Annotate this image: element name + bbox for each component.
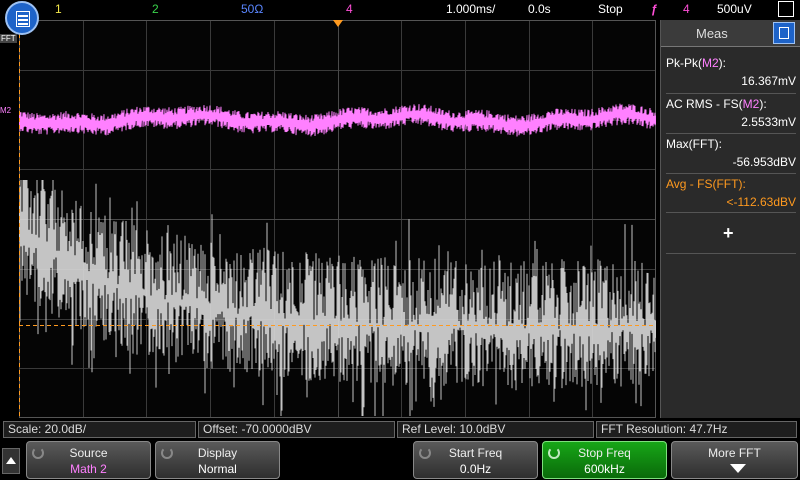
start-freq-softkey[interactable]: Start Freq 0.0Hz: [413, 441, 538, 479]
softkey-title: Display: [197, 446, 238, 460]
sidebar-title[interactable]: Meas: [696, 26, 728, 41]
divider: [666, 212, 796, 213]
softkey-title: Start Freq: [448, 446, 503, 460]
math2-trace: [19, 103, 656, 137]
channel-2-label[interactable]: 2: [152, 2, 159, 16]
fft-marker[interactable]: FFT: [0, 34, 17, 43]
measurement-name: AC RMS - FS(M2):: [666, 97, 767, 111]
softkey-value: Normal: [198, 462, 237, 476]
channel-3-impedance[interactable]: 50Ω: [241, 2, 263, 16]
sidebar-menu-icon[interactable]: [773, 22, 795, 44]
entry-knob-icon: [419, 447, 431, 459]
timebase-readout[interactable]: 1.000ms/: [446, 2, 495, 16]
channel-4-label[interactable]: 4: [346, 2, 353, 16]
source-softkey[interactable]: Source Math 2: [26, 441, 151, 479]
waveform-marker-strip: [0, 20, 19, 418]
measurement-name: Pk-Pk(M2):: [666, 56, 727, 70]
ref-level-readout[interactable]: Ref Level: 10.0dBV: [397, 421, 594, 438]
divider: [666, 133, 796, 134]
window-icon[interactable]: [778, 1, 794, 17]
more-fft-softkey[interactable]: More FFT: [671, 441, 798, 479]
main-menu-button[interactable]: [5, 1, 39, 35]
entry-knob-icon: [161, 447, 173, 459]
fft-status-bar: Scale: 20.0dB/ Offset: -70.0000dBV Ref L…: [0, 420, 800, 439]
measurement-sidebar: Meas Pk-Pk(M2): 16.367mV AC RMS - FS(M2)…: [660, 20, 800, 418]
fft-trace: [19, 180, 656, 416]
status-top-bar: 1 2 50Ω 4 1.000ms/ 0.0s Stop ƒ 4 500uV: [0, 0, 800, 20]
display-softkey[interactable]: Display Normal: [155, 441, 280, 479]
stop-freq-softkey[interactable]: Stop Freq 600kHz: [542, 441, 667, 479]
offset-readout[interactable]: Offset: -70.0000dBV: [198, 421, 395, 438]
softkey-title: Stop Freq: [578, 446, 631, 460]
math2-marker[interactable]: M2: [0, 106, 11, 115]
run-state[interactable]: Stop: [598, 2, 623, 16]
waveform-grid: [19, 20, 656, 418]
softkey-title: More FFT: [708, 446, 761, 460]
channel-1-label[interactable]: 1: [55, 2, 62, 16]
trigger-source[interactable]: 4: [683, 2, 690, 16]
divider: [666, 173, 796, 174]
measurement-value: 16.367mV: [741, 74, 796, 88]
entry-knob-icon: [32, 447, 44, 459]
measurement-name: Avg - FS(FFT):: [666, 177, 746, 191]
scale-readout[interactable]: Scale: 20.0dB/: [3, 421, 196, 438]
trigger-position-icon[interactable]: [333, 20, 343, 27]
down-arrow-icon: [730, 464, 746, 473]
softkey-value: Math 2: [70, 462, 107, 476]
trigger-edge-icon: ƒ: [651, 2, 658, 16]
up-arrow-icon: [6, 457, 16, 464]
measurement-item[interactable]: AC RMS - FS(M2): 2.5533mV: [666, 97, 796, 129]
delay-readout[interactable]: 0.0s: [528, 2, 551, 16]
measurement-value: -56.953dBV: [732, 155, 796, 169]
trigger-level[interactable]: 500uV: [717, 2, 752, 16]
softkey-value: 0.0Hz: [459, 462, 492, 476]
measurement-name: Max(FFT):: [666, 137, 722, 151]
softkey-bar: Source Math 2 Display Normal Start Freq …: [0, 440, 800, 480]
measurement-item[interactable]: Max(FFT): -56.953dBV: [666, 137, 796, 169]
entry-knob-icon: [548, 447, 560, 459]
divider: [666, 253, 796, 254]
softkey-value: 600kHz: [584, 462, 625, 476]
back-up-button[interactable]: [2, 448, 20, 474]
fft-resolution-readout: FFT Resolution: 47.7Hz: [596, 421, 797, 438]
waveform-display[interactable]: [19, 20, 656, 418]
add-measurement-button[interactable]: +: [723, 223, 734, 244]
measurement-item[interactable]: Avg - FS(FFT): <-112.63dBV: [666, 177, 796, 209]
sidebar-header: Meas: [661, 20, 800, 47]
measurement-value: <-112.63dBV: [726, 195, 797, 209]
divider: [666, 93, 796, 94]
measurement-item[interactable]: Pk-Pk(M2): 16.367mV: [666, 56, 796, 88]
softkey-title: Source: [69, 446, 108, 460]
measurement-value: 2.5533mV: [741, 115, 796, 129]
